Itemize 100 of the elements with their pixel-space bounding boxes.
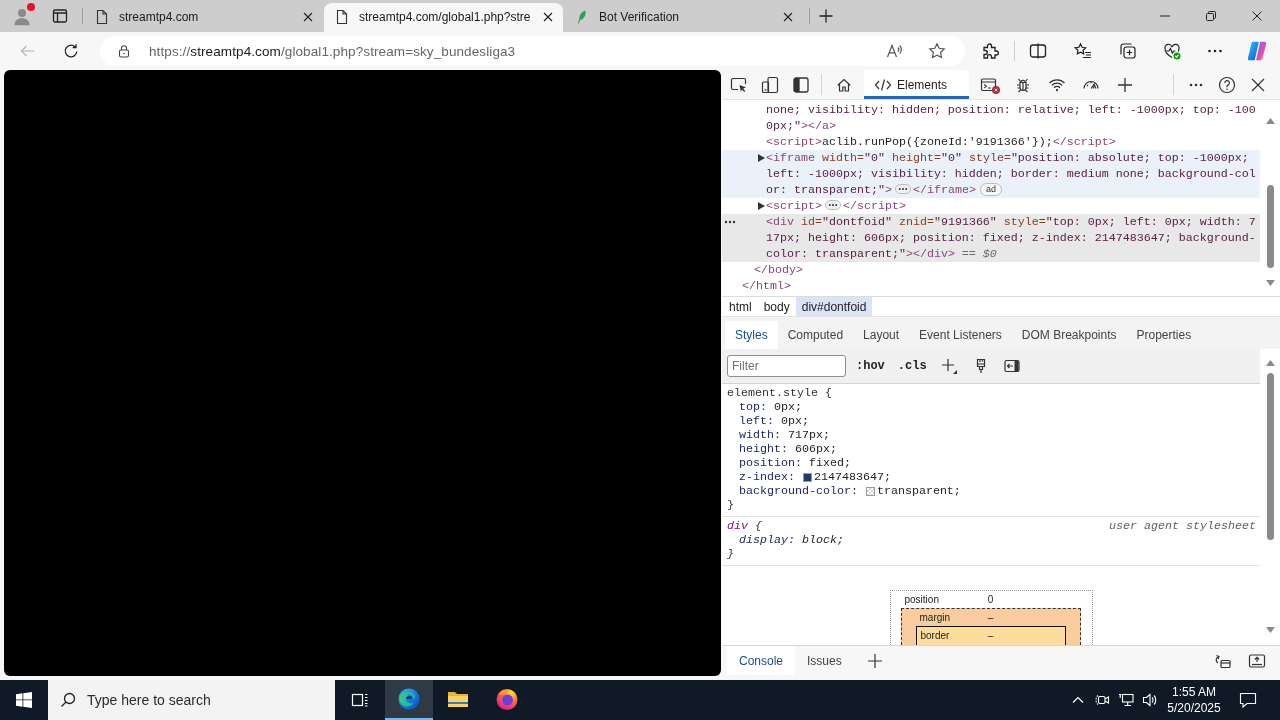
css-property-value[interactable]: 606px; (794, 442, 837, 456)
css-property-name[interactable]: position: (739, 456, 802, 470)
video-camera-icon[interactable] (1094, 692, 1110, 708)
sidebar-tab[interactable]: Styles (725, 321, 778, 349)
closing-brace: } (727, 498, 734, 512)
plus-icon[interactable] (818, 8, 834, 24)
css-selector[interactable]: element.style { (727, 386, 832, 400)
closing-tag[interactable]: </html> (742, 278, 1260, 294)
network-icon[interactable] (1118, 692, 1134, 708)
ad-badge[interactable]: ad (979, 183, 1002, 196)
ellipsis-icon[interactable] (894, 184, 911, 194)
restore-icon[interactable] (1206, 11, 1216, 21)
lock-icon[interactable] (117, 44, 131, 58)
breadcrumb-item[interactable]: html (723, 297, 758, 316)
color-swatch-icon[interactable] (802, 472, 812, 482)
dom-node-row[interactable]: <div id="dontfoid" znid="9191366" style="top: 0px; left: 0px; width: 717px; height: 606px; position: fixed; z-index: 2147483647; background-color: transparent;"></div> == $0 (722, 214, 1260, 262)
sidebar-tab[interactable]: Properties (1126, 321, 1202, 349)
close-icon[interactable] (783, 11, 793, 22)
taskbar-search-field[interactable]: Type here to search (48, 680, 335, 720)
css-property-name[interactable]: z-index: (739, 470, 795, 484)
speaker-icon[interactable] (1142, 692, 1158, 708)
refresh-icon[interactable] (63, 43, 79, 59)
css-property-name[interactable]: left: (739, 414, 774, 428)
expand-triangle-icon[interactable] (758, 154, 765, 162)
close-icon[interactable] (543, 11, 553, 22)
browser-tab[interactable]: streamtp4.com (84, 3, 323, 32)
breadcrumb-item[interactable]: div#dontfoid (795, 297, 873, 316)
dom-node-row[interactable]: <script> </script> (722, 198, 1260, 214)
css-property-name[interactable]: width: (739, 428, 781, 442)
dom-node-row[interactable]: <script>aclib.runPop({zoneId:'9191366'});</script> (722, 134, 1260, 150)
dom-node-row[interactable]: none; visibility: hidden; position: relative; left: -1000px; top: -1000px;"></a> (722, 102, 1260, 134)
css-property-value[interactable]: 0px; (774, 400, 802, 414)
toolbar-toggle[interactable]: .cls (897, 359, 927, 373)
sidebar-tab[interactable]: Layout (853, 321, 910, 349)
puzzle-piece-icon[interactable] (981, 42, 999, 60)
star-list-icon[interactable] (1074, 42, 1092, 60)
transparent-swatch-icon[interactable] (865, 486, 875, 496)
breadcrumb-item[interactable]: body (757, 297, 796, 316)
box-model-value[interactable]: – (987, 630, 994, 641)
heart-pulse-icon[interactable] (1163, 42, 1181, 60)
sidebar-tab[interactable]: Event Listeners (909, 321, 1012, 349)
inspect-element-icon[interactable] (730, 75, 748, 94)
scrollbar-thumb[interactable] (1266, 373, 1274, 540)
css-property-value[interactable]: block; (801, 533, 844, 547)
dom-node-row[interactable]: <iframe width="0" height="0" style="position: absolute; top: -1000px; left: -1000px; visibility: hidden; border: medium none; background-color: transparent;"> </iframe> ad (722, 150, 1260, 198)
box-model-value[interactable]: – (987, 612, 994, 623)
box-model-value[interactable]: 0 (987, 594, 994, 605)
clock-date[interactable]: 5/20/2025 (1167, 700, 1221, 716)
device-toolbar-icon[interactable] (761, 75, 779, 94)
collections-icon[interactable] (1119, 42, 1137, 60)
closing-tag[interactable]: </body> (754, 262, 1260, 278)
css-property-value[interactable]: 717px; (788, 428, 830, 442)
new-rule-plus-icon[interactable] (940, 358, 957, 374)
taskbar-app-button[interactable] (385, 680, 433, 720)
plus-icon[interactable] (866, 652, 883, 669)
more-icon[interactable] (724, 220, 736, 224)
css-property-value[interactable]: transparent; (876, 484, 961, 498)
scrollbar-thumb[interactable] (1266, 185, 1274, 268)
css-property-value[interactable]: 2147483647; (813, 470, 891, 484)
plus-icon[interactable] (1117, 76, 1134, 93)
drawer-tab[interactable]: Issues (795, 646, 854, 675)
scroll-up-arrow-icon[interactable] (1265, 118, 1275, 124)
profile-avatar-icon[interactable] (12, 6, 32, 26)
sidebar-tab[interactable]: Computed (777, 321, 854, 349)
address-bar[interactable]: https://streamtp4.com/global1.php?stream=sky_bundesliga3 (100, 36, 965, 66)
window-layout-icon[interactable] (52, 8, 68, 24)
browser-tab[interactable]: Bot Verification (564, 3, 803, 32)
help-icon[interactable] (1218, 75, 1236, 94)
clock-time[interactable]: 1:55 AM (1172, 684, 1216, 700)
css-property-name[interactable]: height: (739, 442, 788, 456)
sidebar-toggle-icon[interactable] (1003, 358, 1020, 374)
sidebar-tab[interactable]: DOM Breakpoints (1011, 321, 1127, 349)
browser-tab[interactable]: streamtp4.com/global1.php?stre (324, 3, 563, 32)
css-selector[interactable]: div { (727, 519, 762, 533)
expand-triangle-icon[interactable] (758, 202, 765, 210)
css-property-name[interactable]: top: (739, 400, 767, 414)
scroll-down-arrow-icon[interactable] (1265, 627, 1275, 633)
devtools-tab[interactable]: Elements (864, 70, 970, 99)
css-property-name[interactable]: background-color: (739, 484, 858, 498)
star-icon[interactable] (928, 42, 946, 60)
notification-icon[interactable] (1239, 691, 1257, 709)
close-icon[interactable] (303, 11, 313, 22)
ellipsis-icon[interactable] (824, 200, 841, 210)
close-icon[interactable] (1252, 11, 1262, 21)
dock-side-icon[interactable] (792, 75, 810, 94)
task-view-icon[interactable] (351, 691, 369, 709)
scroll-up-arrow-icon[interactable] (1265, 360, 1275, 366)
start-menu-icon[interactable] (16, 692, 32, 708)
toolbar-toggle[interactable]: :hov (856, 359, 885, 373)
css-property-value[interactable]: fixed; (808, 456, 851, 470)
read-aloud-icon[interactable] (886, 42, 904, 60)
filter-input[interactable]: Filter (727, 355, 846, 377)
css-property-value[interactable]: 0px; (781, 414, 809, 428)
css-property-name[interactable]: display: (739, 533, 795, 547)
search-icon (60, 692, 76, 708)
copilot-icon[interactable] (1246, 40, 1268, 62)
drawer-tab[interactable]: Console (727, 646, 796, 675)
close-icon[interactable] (1251, 77, 1265, 92)
split-screen-icon[interactable] (1029, 42, 1047, 60)
scroll-down-arrow-icon[interactable] (1265, 280, 1275, 286)
